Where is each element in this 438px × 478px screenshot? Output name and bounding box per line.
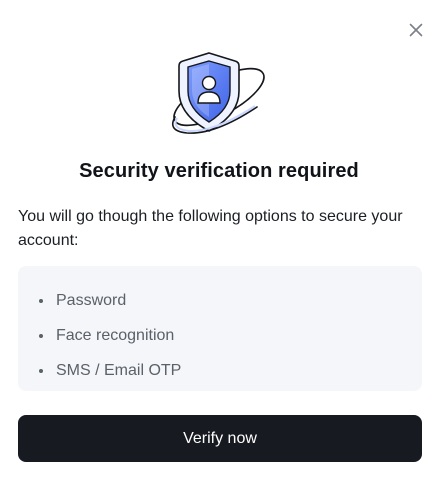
list-item: Face recognition (36, 318, 422, 353)
list-item: SMS / Email OTP (36, 353, 422, 388)
verification-options-list: Password Face recognition SMS / Email OT… (18, 266, 422, 391)
verify-now-button[interactable]: Verify now (18, 415, 422, 462)
option-label-password: Password (56, 291, 127, 309)
option-label-otp: SMS / Email OTP (56, 361, 182, 379)
option-label-face-recognition: Face recognition (56, 326, 175, 344)
shield-user-icon (171, 52, 265, 134)
bullet-icon (39, 368, 43, 373)
close-icon[interactable] (406, 20, 426, 40)
list-item: Password (36, 283, 422, 318)
bullet-icon (39, 333, 43, 338)
dialog-description: You will go though the following options… (18, 208, 403, 249)
security-dialog: Security verification required You will … (0, 0, 438, 478)
dialog-title: Security verification required (79, 160, 359, 182)
bullet-icon (39, 298, 43, 303)
